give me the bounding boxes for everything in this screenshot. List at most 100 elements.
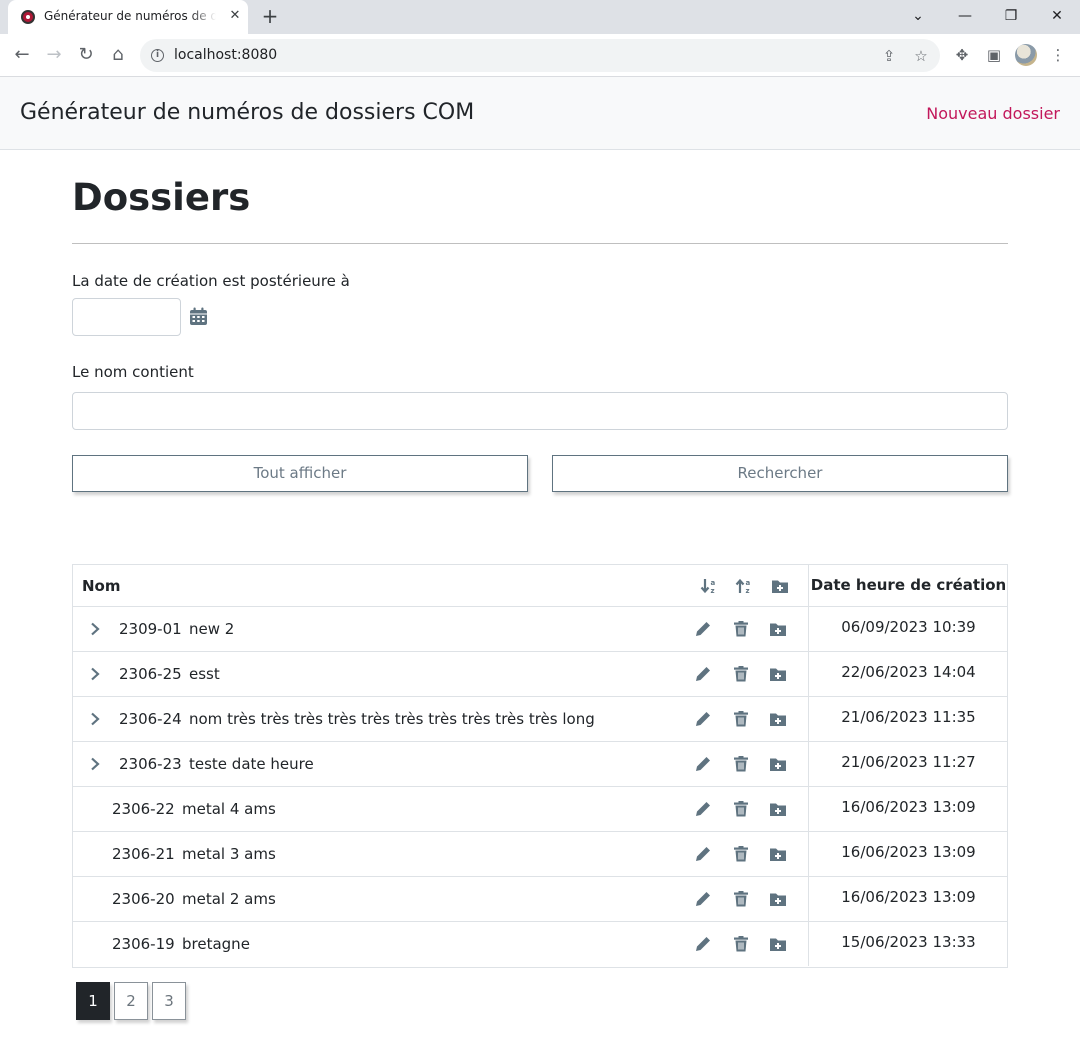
add-subfolder-icon[interactable] bbox=[769, 845, 787, 863]
share-icon[interactable]: ⇪ bbox=[878, 45, 900, 67]
tab-search-icon[interactable]: ⌄ bbox=[906, 5, 930, 27]
sort-ascending-icon[interactable]: a z bbox=[735, 577, 753, 595]
edit-pencil-icon[interactable] bbox=[694, 710, 712, 728]
created-datetime: 16/06/2023 13:09 bbox=[808, 787, 1008, 831]
column-header-created[interactable]: Date heure de création bbox=[808, 565, 1008, 606]
folder-name: metal 3 ams bbox=[182, 845, 276, 863]
edit-pencil-icon[interactable] bbox=[694, 800, 712, 818]
back-icon[interactable]: ← bbox=[10, 43, 34, 67]
folder-number: 2306-21 bbox=[112, 845, 175, 863]
date-filter-input[interactable] bbox=[72, 298, 181, 336]
name-filter-input[interactable] bbox=[72, 392, 1008, 430]
tab-title: Générateur de numéros de dossiers COM bbox=[44, 9, 216, 23]
svg-text:z: z bbox=[711, 587, 715, 595]
site-favicon-icon bbox=[21, 10, 35, 24]
app-navbar: Générateur de numéros de dossiers COM No… bbox=[0, 77, 1080, 150]
add-subfolder-icon[interactable] bbox=[769, 665, 787, 683]
minimize-button[interactable]: — bbox=[953, 5, 977, 27]
add-subfolder-icon[interactable] bbox=[769, 755, 787, 773]
reload-icon[interactable]: ↻ bbox=[74, 43, 98, 67]
show-all-button[interactable]: Tout afficher bbox=[72, 455, 528, 492]
folder-name: new 2 bbox=[189, 620, 235, 638]
extensions-icon[interactable]: ✥ bbox=[951, 44, 973, 66]
folder-number: 2306-23 bbox=[119, 755, 182, 773]
add-subfolder-icon[interactable] bbox=[769, 935, 787, 953]
expand-chevron-icon[interactable] bbox=[87, 666, 103, 682]
created-datetime: 06/09/2023 10:39 bbox=[808, 607, 1008, 651]
table-row[interactable]: 2309-01 new 2 06/09/2023 10:39 bbox=[73, 607, 1007, 652]
created-datetime: 21/06/2023 11:27 bbox=[808, 742, 1008, 786]
restore-button[interactable]: ❐ bbox=[999, 5, 1023, 27]
new-folder-link[interactable]: Nouveau dossier bbox=[926, 104, 1060, 123]
edit-pencil-icon[interactable] bbox=[694, 620, 712, 638]
folders-table: Nom a z a z Date heure de création 2309-… bbox=[72, 564, 1008, 968]
new-tab-button[interactable]: + bbox=[258, 5, 282, 29]
date-filter-label: La date de création est postérieure à bbox=[72, 272, 350, 290]
edit-pencil-icon[interactable] bbox=[694, 755, 712, 773]
folder-name: bretagne bbox=[182, 935, 250, 953]
table-row[interactable]: 2306-25 esst 22/06/2023 14:04 bbox=[73, 652, 1007, 697]
table-row[interactable]: 2306-22 metal 4 ams 16/06/2023 13:09 bbox=[73, 787, 1007, 832]
delete-trash-icon[interactable] bbox=[732, 800, 750, 818]
site-info-icon[interactable]: i bbox=[151, 49, 164, 62]
delete-trash-icon[interactable] bbox=[732, 890, 750, 908]
browser-menu-icon[interactable]: ⋮ bbox=[1047, 44, 1069, 66]
delete-trash-icon[interactable] bbox=[732, 755, 750, 773]
svg-text:a: a bbox=[746, 579, 751, 587]
delete-trash-icon[interactable] bbox=[732, 845, 750, 863]
bookmark-star-icon[interactable]: ☆ bbox=[910, 45, 932, 67]
folder-name: esst bbox=[189, 665, 220, 683]
tab-close-icon[interactable]: ✕ bbox=[226, 7, 244, 25]
table-row[interactable]: 2306-20 metal 2 ams 16/06/2023 13:09 bbox=[73, 877, 1007, 922]
side-panel-icon[interactable]: ▣ bbox=[983, 44, 1005, 66]
add-subfolder-icon[interactable] bbox=[769, 890, 787, 908]
add-folder-icon[interactable] bbox=[771, 577, 789, 595]
expand-chevron-icon[interactable] bbox=[87, 711, 103, 727]
edit-pencil-icon[interactable] bbox=[694, 935, 712, 953]
browser-toolbar: ← → ↻ ⌂ i localhost:8080 ⇪ ☆ ✥ ▣ ⋮ bbox=[0, 34, 1080, 77]
delete-trash-icon[interactable] bbox=[732, 935, 750, 953]
svg-text:a: a bbox=[711, 579, 716, 587]
forward-icon[interactable]: → bbox=[42, 43, 66, 67]
table-row[interactable]: 2306-23 teste date heure 21/06/2023 11:27 bbox=[73, 742, 1007, 787]
page-button[interactable]: 3 bbox=[152, 982, 186, 1020]
table-body: 2309-01 new 2 06/09/2023 10:39 2306-25 esst 2… bbox=[73, 607, 1007, 967]
created-datetime: 22/06/2023 14:04 bbox=[808, 652, 1008, 696]
calendar-icon[interactable] bbox=[189, 307, 208, 326]
folder-number: 2306-24 bbox=[119, 710, 182, 728]
folder-name: nom très très très très très très très t… bbox=[189, 710, 595, 728]
browser-tab[interactable]: Générateur de numéros de dossiers COM ✕ bbox=[8, 0, 248, 34]
edit-pencil-icon[interactable] bbox=[694, 665, 712, 683]
title-divider bbox=[72, 243, 1008, 244]
edit-pencil-icon[interactable] bbox=[694, 845, 712, 863]
table-row[interactable]: 2306-21 metal 3 ams 16/06/2023 13:09 bbox=[73, 832, 1007, 877]
table-header: Nom a z a z Date heure de création bbox=[73, 565, 1007, 607]
table-row[interactable]: 2306-19 bretagne 15/06/2023 13:33 bbox=[73, 922, 1007, 967]
search-button[interactable]: Rechercher bbox=[552, 455, 1008, 492]
delete-trash-icon[interactable] bbox=[732, 710, 750, 728]
expand-chevron-icon[interactable] bbox=[87, 756, 103, 772]
url-text[interactable]: localhost:8080 bbox=[174, 47, 277, 63]
created-datetime: 16/06/2023 13:09 bbox=[808, 877, 1008, 921]
column-header-name[interactable]: Nom bbox=[82, 577, 121, 595]
add-subfolder-icon[interactable] bbox=[769, 800, 787, 818]
folder-number: 2306-25 bbox=[119, 665, 182, 683]
delete-trash-icon[interactable] bbox=[732, 665, 750, 683]
table-row[interactable]: 2306-24 nom très très très très très très… bbox=[73, 697, 1007, 742]
page-button[interactable]: 2 bbox=[114, 982, 148, 1020]
created-datetime: 16/06/2023 13:09 bbox=[808, 832, 1008, 876]
folder-number: 2306-20 bbox=[112, 890, 175, 908]
add-subfolder-icon[interactable] bbox=[769, 710, 787, 728]
sort-descending-icon[interactable]: a z bbox=[700, 577, 718, 595]
expand-chevron-icon[interactable] bbox=[87, 621, 103, 637]
delete-trash-icon[interactable] bbox=[732, 620, 750, 638]
add-subfolder-icon[interactable] bbox=[769, 620, 787, 638]
home-icon[interactable]: ⌂ bbox=[106, 43, 130, 67]
folder-name: teste date heure bbox=[189, 755, 314, 773]
profile-avatar[interactable] bbox=[1015, 44, 1037, 66]
edit-pencil-icon[interactable] bbox=[694, 890, 712, 908]
close-window-button[interactable]: ✕ bbox=[1045, 5, 1069, 27]
app-brand[interactable]: Générateur de numéros de dossiers COM bbox=[20, 100, 474, 125]
page-button[interactable]: 1 bbox=[76, 982, 110, 1020]
address-bar[interactable]: i localhost:8080 ⇪ ☆ bbox=[140, 39, 940, 72]
